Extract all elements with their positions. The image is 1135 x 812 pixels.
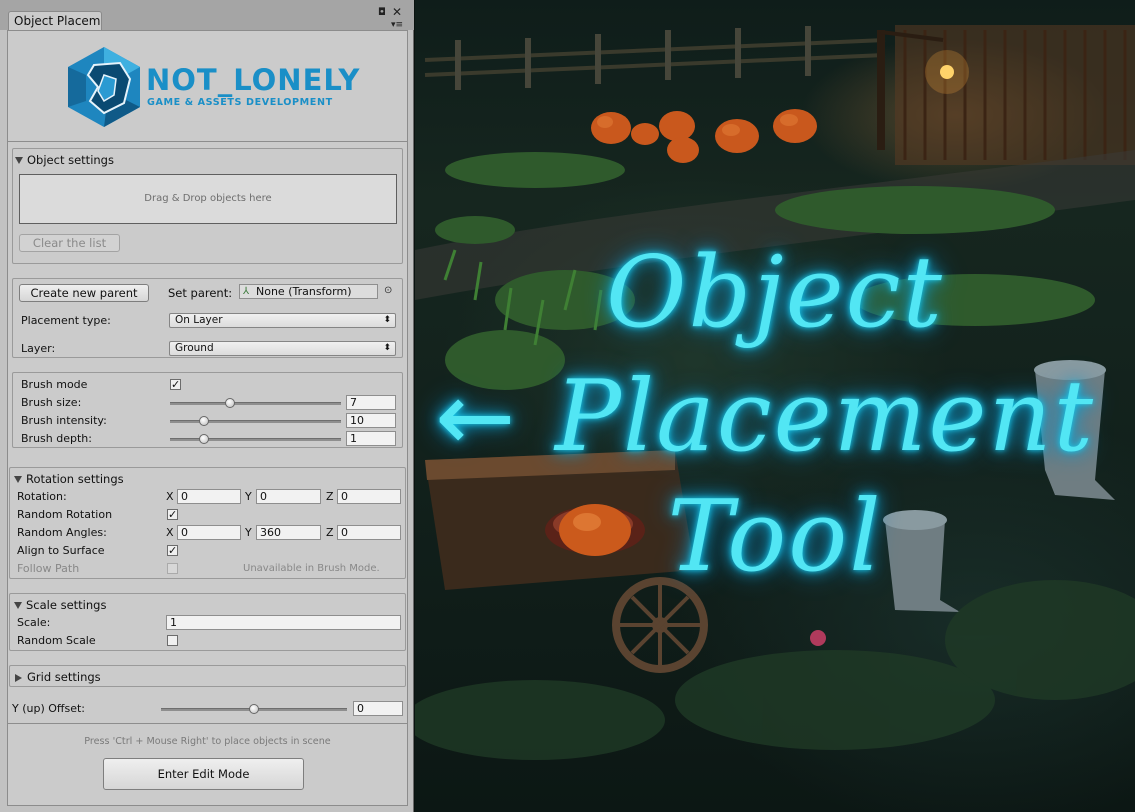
y-offset-slider-thumb[interactable] [249, 704, 259, 714]
random-angles-label: Random Angles: [17, 526, 107, 539]
brush-size-slider-track[interactable] [170, 402, 341, 405]
divider [8, 723, 407, 724]
layer-value: Ground [175, 342, 214, 354]
enter-edit-mode-button[interactable]: Enter Edit Mode [103, 758, 304, 790]
grid-settings-header[interactable]: Grid settings [15, 670, 101, 684]
random-angles-x-field[interactable]: 0 [177, 525, 241, 540]
brush-mode-checkbox[interactable]: ✓ [170, 379, 181, 390]
placement-section: Create new parent Set parent: ⅄ None (Tr… [12, 278, 403, 358]
close-icon[interactable]: ✕ [392, 6, 402, 18]
random-scale-label: Random Scale [17, 634, 96, 647]
brush-depth-label: Brush depth: [21, 432, 92, 445]
lock-icon[interactable]: ◘ [378, 8, 386, 18]
divider [8, 141, 407, 142]
rotation-label: Rotation: [17, 490, 67, 503]
foldout-expanded-icon [14, 602, 22, 609]
scale-label: Scale: [17, 616, 51, 629]
angles-y-label: Y [245, 526, 252, 539]
title-line-tool: Tool [667, 480, 883, 594]
brush-mode-label: Brush mode [21, 378, 88, 391]
brush-intensity-label: Brush intensity: [21, 414, 107, 427]
brush-size-slider-thumb[interactable] [224, 398, 235, 408]
brush-depth-slider-track[interactable] [170, 438, 341, 441]
window-tab[interactable]: Object Placeme [8, 11, 102, 30]
window-tab-bar: Object Placeme ◘ ✕ ▾≡ [0, 0, 414, 30]
rotation-x-label: X [166, 490, 174, 503]
angles-z-label: Z [326, 526, 334, 539]
menu-icon[interactable]: ▾≡ [391, 20, 403, 30]
dropdown-arrows-icon: ⬍ [383, 315, 391, 325]
set-parent-label: Set parent: [168, 286, 233, 300]
brush-depth-slider-thumb[interactable] [199, 434, 210, 444]
arrow-left-icon: ← [435, 361, 516, 473]
random-angles-y-field[interactable]: 360 [256, 525, 321, 540]
follow-path-label: Follow Path [17, 562, 80, 575]
brush-depth-field[interactable]: 1 [346, 431, 396, 446]
object-settings-section: Object settings Drag & Drop objects here… [12, 148, 403, 264]
scene-preview-image: Object ← Placement Tool [415, 0, 1135, 812]
rotation-z-label: Z [326, 490, 334, 503]
random-rotation-label: Random Rotation [17, 508, 113, 521]
follow-path-checkbox[interactable] [167, 563, 178, 574]
object-placement-window: Object Placeme ◘ ✕ ▾≡ NOT_LONELY GAME & … [0, 0, 414, 812]
title-line-object: Object [606, 236, 944, 350]
rotation-settings-title: Rotation settings [26, 472, 124, 486]
create-new-parent-button[interactable]: Create new parent [19, 284, 149, 302]
follow-path-note: Unavailable in Brush Mode. [243, 563, 380, 574]
scale-settings-section: Scale settings Scale: 1 Random Scale [9, 593, 406, 651]
object-settings-title: Object settings [27, 153, 114, 167]
rotation-settings-section: Rotation settings Rotation: X 0 Y 0 Z 0 … [9, 467, 406, 579]
brush-intensity-slider-track[interactable] [170, 420, 341, 423]
foldout-collapsed-icon [15, 674, 22, 682]
grid-settings-title: Grid settings [27, 670, 101, 684]
brush-section: Brush mode ✓ Brush size: 7 Brush intensi… [12, 372, 403, 448]
placement-hint: Press 'Ctrl + Mouse Right' to place obje… [84, 736, 331, 747]
logo-hexagon-icon [68, 47, 140, 127]
scale-settings-title: Scale settings [26, 598, 107, 612]
title-line-placement: Placement [554, 360, 1095, 474]
layer-dropdown[interactable]: Ground ⬍ [169, 341, 396, 356]
logo-banner: NOT_LONELY GAME & ASSETS DEVELOPMENT [8, 31, 407, 141]
angles-x-label: X [166, 526, 174, 539]
logo-title: NOT_LONELY [146, 63, 361, 97]
scale-field[interactable]: 1 [166, 615, 401, 630]
brush-intensity-slider-thumb[interactable] [199, 416, 210, 426]
rotation-settings-header[interactable]: Rotation settings [14, 472, 124, 486]
rotation-y-field[interactable]: 0 [256, 489, 321, 504]
brush-intensity-field[interactable]: 10 [346, 413, 396, 428]
set-parent-field[interactable]: ⅄ None (Transform) [239, 284, 378, 299]
foldout-expanded-icon [14, 476, 22, 483]
scale-settings-header[interactable]: Scale settings [14, 598, 106, 612]
logo-tagline: GAME & ASSETS DEVELOPMENT [147, 97, 333, 108]
drop-area[interactable]: Drag & Drop objects here [19, 174, 397, 224]
brush-size-label: Brush size: [21, 396, 82, 409]
rotation-x-field[interactable]: 0 [177, 489, 241, 504]
placement-type-value: On Layer [175, 314, 223, 326]
transform-icon: ⅄ [243, 286, 250, 297]
placement-type-dropdown[interactable]: On Layer ⬍ [169, 313, 396, 328]
layer-label: Layer: [21, 342, 56, 355]
y-offset-label: Y (up) Offset: [12, 702, 86, 715]
object-picker-icon[interactable]: ⊙ [384, 285, 392, 296]
object-settings-header[interactable]: Object settings [15, 153, 114, 167]
set-parent-value: None (Transform) [256, 285, 352, 298]
placement-type-label: Placement type: [21, 314, 111, 327]
align-to-surface-checkbox[interactable]: ✓ [167, 545, 178, 556]
foldout-expanded-icon [15, 157, 23, 164]
random-angles-z-field[interactable]: 0 [337, 525, 401, 540]
y-offset-field[interactable]: 0 [353, 701, 403, 716]
random-scale-checkbox[interactable] [167, 635, 178, 646]
align-to-surface-label: Align to Surface [17, 544, 105, 557]
grid-settings-section[interactable]: Grid settings [9, 665, 406, 687]
dropdown-arrows-icon: ⬍ [383, 343, 391, 353]
brush-size-field[interactable]: 7 [346, 395, 396, 410]
rotation-y-label: Y [245, 490, 252, 503]
random-rotation-checkbox[interactable]: ✓ [167, 509, 178, 520]
clear-list-button[interactable]: Clear the list [19, 234, 120, 252]
rotation-z-field[interactable]: 0 [337, 489, 401, 504]
panel-content: NOT_LONELY GAME & ASSETS DEVELOPMENT Obj… [7, 30, 408, 806]
